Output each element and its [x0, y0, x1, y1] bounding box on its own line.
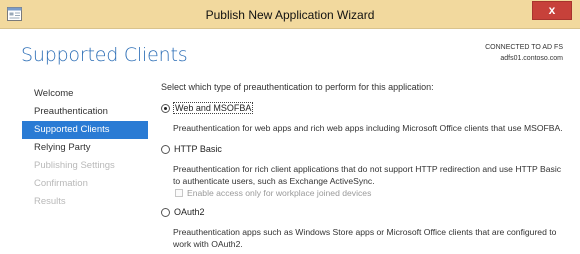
page-title: Supported Clients: [21, 44, 188, 66]
sidebar-item-confirmation: Confirmation: [34, 178, 88, 189]
oauth2-description-line: Preauthentication apps such as Windows S…: [173, 227, 557, 237]
oauth2-radio[interactable]: [161, 208, 170, 217]
http-basic-description-line: to authenticate users, such as Exchange …: [173, 175, 375, 186]
option-oauth2[interactable]: OAuth2 Preauthentication apps such as Wi…: [161, 207, 573, 253]
wizard-steps-sidebar: Welcome Preauthentication Supported Clie…: [22, 85, 148, 211]
oauth2-description-line: work with OAuth2.: [173, 238, 243, 249]
instruction-text: Select which type of preauthentication t…: [161, 82, 434, 92]
web-msofba-description: Preauthentication for web apps and rich …: [173, 123, 573, 135]
sidebar-item-results: Results: [34, 196, 66, 207]
main-content: Select which type of preauthentication t…: [161, 82, 571, 249]
sidebar-item-publishing-settings: Publishing Settings: [34, 160, 115, 171]
connection-status-label: CONNECTED TO AD FS: [485, 44, 563, 51]
sidebar-item-preauthentication[interactable]: Preauthentication: [22, 103, 148, 121]
window-title: Publish New Application Wizard: [205, 8, 375, 22]
oauth2-label[interactable]: OAuth2: [174, 207, 205, 217]
close-button[interactable]: x: [532, 1, 572, 20]
workplace-joined-checkbox: [175, 189, 183, 197]
http-basic-radio[interactable]: [161, 145, 170, 154]
web-msofba-label[interactable]: Web and MSOFBA: [172, 102, 254, 114]
http-basic-description: Preauthentication for rich client applic…: [173, 164, 573, 187]
sidebar-item-relying-party[interactable]: Relying Party: [22, 139, 148, 157]
sidebar-item-supported-clients[interactable]: Supported Clients: [22, 121, 148, 139]
http-basic-description-line: Preauthentication for rich client applic…: [173, 164, 562, 174]
web-msofba-radio[interactable]: [161, 104, 170, 113]
connection-server-name: adfs01.contoso.com: [500, 55, 563, 62]
option-http-basic[interactable]: HTTP Basic Preauthentication for rich cl…: [161, 144, 573, 205]
web-msofba-description-line: Preauthentication for web apps and rich …: [173, 123, 563, 133]
title-bar: Publish New Application Wizard x: [0, 0, 580, 29]
option-web-msofba[interactable]: Web and MSOFBA Preauthentication for web…: [161, 102, 573, 144]
oauth2-description: Preauthentication apps such as Windows S…: [173, 227, 573, 250]
workplace-joined-label: Enable access only for workplace joined …: [187, 188, 372, 198]
sidebar-item-welcome[interactable]: Welcome: [22, 85, 148, 103]
http-basic-label[interactable]: HTTP Basic: [174, 144, 222, 154]
